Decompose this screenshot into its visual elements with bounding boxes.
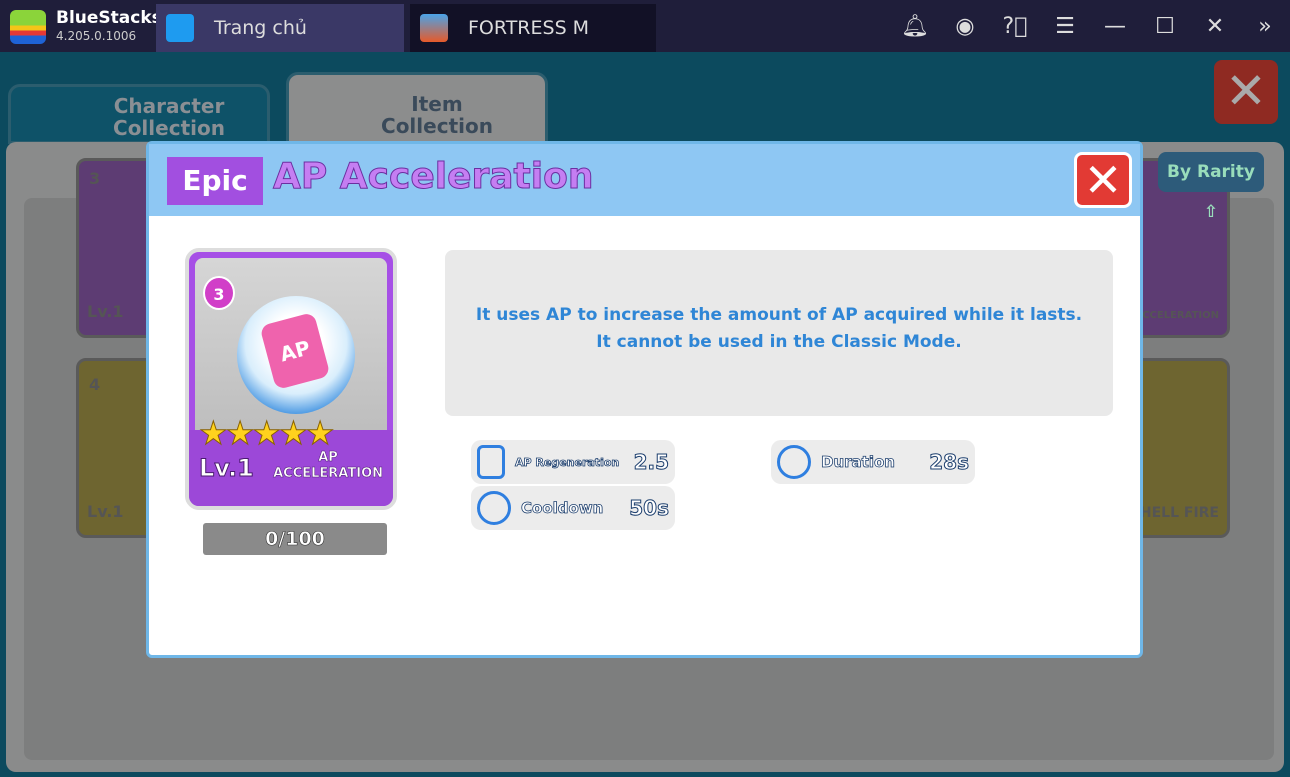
tab-label: Trang chủ bbox=[214, 17, 307, 39]
home-icon bbox=[166, 14, 194, 42]
stat-ap-regeneration: AP Regeneration 2.5 bbox=[471, 440, 675, 484]
minimize-icon[interactable]: — bbox=[1090, 14, 1140, 39]
item-description: It uses AP to increase the amount of AP … bbox=[445, 250, 1113, 416]
modal-header: Epic AP Acceleration ✕ bbox=[149, 144, 1140, 216]
stat-duration: Duration 28s bbox=[771, 440, 975, 484]
fortress-app-icon bbox=[420, 14, 448, 42]
menu-icon[interactable]: ☰ bbox=[1040, 14, 1090, 39]
tab-home[interactable]: Trang chủ bbox=[156, 4, 404, 52]
maximize-icon[interactable]: ☐ bbox=[1140, 14, 1190, 39]
close-icon[interactable]: ✕ bbox=[1190, 14, 1240, 39]
bluestacks-logo bbox=[10, 10, 46, 44]
stat-label: Duration bbox=[821, 452, 896, 471]
stat-value: 28s bbox=[929, 450, 970, 475]
cost-badge: 3 bbox=[203, 276, 235, 310]
battery-plus-icon bbox=[477, 445, 505, 479]
tab-item-collection[interactable]: Item Collection bbox=[286, 72, 548, 144]
item-card-large: 3 AP ★★★★★ Lv.1 AP ACCELERATION bbox=[185, 248, 397, 510]
item-image: AP bbox=[237, 296, 355, 414]
tab-character-collection[interactable]: Character Collection bbox=[8, 84, 270, 144]
stat-label: AP Regeneration bbox=[515, 455, 620, 469]
app-name: BlueStacks bbox=[56, 8, 162, 28]
app-version: 4.205.0.1006 bbox=[56, 29, 137, 43]
card-level: 3 bbox=[89, 169, 101, 188]
upgrade-progress: 0/100 bbox=[203, 523, 387, 555]
bell-icon[interactable]: 🔔︎ bbox=[890, 14, 940, 39]
description-line: It cannot be used in the Classic Mode. bbox=[596, 332, 962, 352]
stat-value: 2.5 bbox=[633, 450, 669, 475]
expand-icon[interactable]: » bbox=[1240, 14, 1290, 39]
bluestacks-titlebar: BlueStacks 4.205.0.1006 Trang chủ FORTRE… bbox=[0, 0, 1290, 52]
tab-fortress-m[interactable]: FORTRESS M bbox=[410, 4, 656, 52]
card-level: Lv.1 bbox=[199, 454, 255, 483]
account-icon[interactable]: ◉ bbox=[940, 14, 990, 39]
tab-label: Item Collection bbox=[381, 92, 493, 138]
tab-label: Character Collection bbox=[113, 94, 225, 140]
modal-close-button[interactable]: ✕ bbox=[1074, 152, 1132, 208]
item-title: AP Acceleration bbox=[272, 156, 594, 198]
stat-label: Cooldown bbox=[521, 498, 604, 517]
card-level: 4 bbox=[89, 375, 101, 394]
game-close-button[interactable]: ✕ bbox=[1214, 60, 1278, 124]
description-line: It uses AP to increase the amount of AP … bbox=[475, 305, 1083, 325]
sort-label: By Rarity bbox=[1167, 162, 1255, 182]
clock-cycle-icon bbox=[777, 445, 811, 479]
tab-label: FORTRESS M bbox=[468, 17, 590, 39]
rarity-badge: Epic bbox=[167, 157, 263, 205]
sort-by-rarity-button[interactable]: By Rarity ⇧ bbox=[1158, 152, 1264, 222]
stat-cooldown: Cooldown 50s bbox=[471, 486, 675, 530]
star-rating: ★★★★★ bbox=[198, 414, 334, 453]
card-name: AP ACCELERATION bbox=[273, 450, 383, 482]
item-detail-modal: Epic AP Acceleration ✕ 3 AP ★★★★★ Lv.1 A… bbox=[146, 141, 1143, 658]
stat-value: 50s bbox=[629, 496, 670, 521]
card-lv: Lv.1 bbox=[87, 302, 124, 321]
help-icon[interactable]: ?⃝ bbox=[990, 14, 1040, 39]
clock-cycle-icon bbox=[477, 491, 511, 525]
card-name: SHELL FIRE bbox=[1129, 505, 1219, 521]
card-lv: Lv.1 bbox=[87, 502, 124, 521]
can-label: AP bbox=[259, 311, 331, 391]
